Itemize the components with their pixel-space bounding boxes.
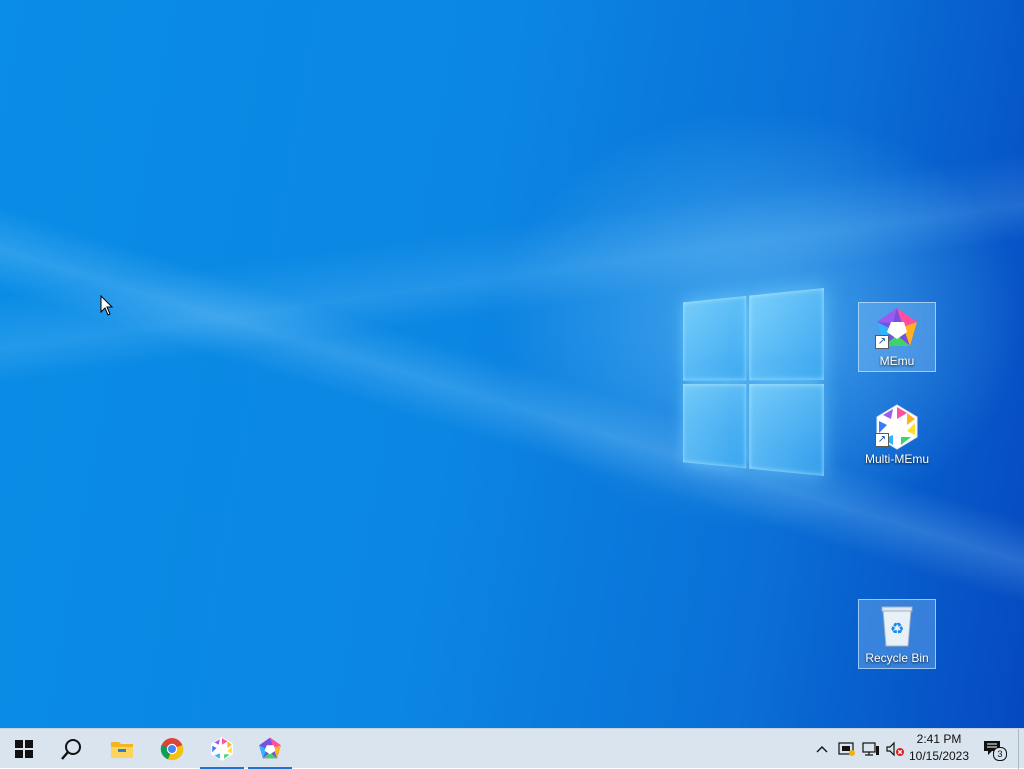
action-center-button[interactable]: 3 xyxy=(978,729,1008,769)
logo-pane xyxy=(749,384,824,476)
shortcut-arrow-icon: ↗ xyxy=(875,335,889,349)
memu-icon: ↗ xyxy=(873,305,921,353)
desktop-icon-recycle-bin[interactable]: ♻ Recycle Bin xyxy=(858,599,936,669)
network-icon xyxy=(862,742,879,756)
logo-pane xyxy=(682,384,747,469)
chevron-up-icon xyxy=(816,746,828,753)
desktop-icon-label: Multi-MEmu xyxy=(864,452,929,466)
search-button[interactable] xyxy=(48,729,96,769)
tray-security-icon xyxy=(838,742,855,756)
shortcut-arrow-icon: ↗ xyxy=(875,433,889,447)
start-button[interactable] xyxy=(0,729,48,769)
chrome-icon xyxy=(160,738,184,761)
folder-icon xyxy=(111,742,133,758)
show-hidden-icons-button[interactable] xyxy=(812,729,832,769)
desktop-icon-multi-memu[interactable]: ↗ Multi-MEmu xyxy=(858,401,936,471)
taskbar: 2:41 PM 10/15/2023 3 xyxy=(0,728,1024,769)
network-button[interactable] xyxy=(860,729,882,769)
multi-memu-taskbar-button[interactable] xyxy=(198,729,246,769)
logo-pane xyxy=(749,288,824,381)
search-icon xyxy=(61,739,81,760)
memu-icon xyxy=(259,737,281,759)
memu-taskbar-button[interactable] xyxy=(246,729,294,769)
notification-icon: 3 xyxy=(983,739,1007,761)
clock[interactable]: 2:41 PM 10/15/2023 xyxy=(902,731,976,767)
logo-pane xyxy=(682,295,747,381)
desktop-icon-memu[interactable]: ↗ MEmu xyxy=(858,302,936,372)
chrome-button[interactable] xyxy=(148,729,196,769)
multi-memu-icon xyxy=(211,737,233,761)
clock-date: 10/15/2023 xyxy=(908,749,970,763)
recycle-bin-icon: ♻ xyxy=(873,602,921,650)
desktop-icon-label: Recycle Bin xyxy=(865,651,929,665)
file-explorer-button[interactable] xyxy=(98,729,146,769)
multi-memu-icon: ↗ xyxy=(873,403,921,451)
windows-logo-icon xyxy=(15,740,33,758)
mouse-cursor-icon xyxy=(100,294,114,322)
tray-app-icon[interactable] xyxy=(836,729,858,769)
clock-time: 2:41 PM xyxy=(916,732,962,746)
wallpaper-windows-logo xyxy=(682,288,824,480)
notification-count-badge: 3 xyxy=(993,747,1007,761)
svg-text:♻: ♻ xyxy=(890,619,904,638)
desktop[interactable]: ↗ MEmu ↗ Multi-MEmu ♻ Recycle Bin xyxy=(0,0,1024,728)
desktop-icon-label: MEmu xyxy=(879,354,915,368)
show-desktop-button[interactable] xyxy=(1018,729,1024,769)
